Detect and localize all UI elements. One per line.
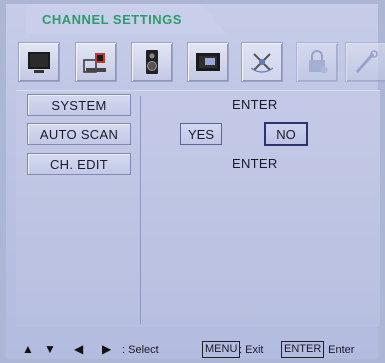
menu-item-label: CH. EDIT bbox=[49, 156, 108, 172]
menu-item-label: SYSTEM bbox=[51, 97, 107, 113]
arrow-down-icon: ▼ bbox=[44, 342, 56, 356]
menu-item-ch-edit[interactable]: CH. EDIT bbox=[27, 153, 131, 175]
arrow-up-icon: ▲ bbox=[22, 342, 34, 356]
system-value[interactable]: ENTER bbox=[232, 97, 278, 112]
enter-hint: : Enter bbox=[322, 344, 355, 356]
arrow-right-icon: ▶ bbox=[102, 342, 112, 356]
enter-key-label: ENTER bbox=[281, 341, 325, 358]
exit-hint: : Exit bbox=[239, 344, 264, 356]
channel-setup-icon[interactable] bbox=[75, 42, 117, 82]
speaker-icon[interactable] bbox=[131, 42, 173, 82]
ch-edit-value[interactable]: ENTER bbox=[232, 156, 278, 171]
tv-picture-icon[interactable] bbox=[18, 42, 60, 82]
arrow-left-icon: ◀ bbox=[74, 342, 84, 356]
page-title: CHANNEL SETTINGS bbox=[42, 12, 182, 27]
select-hint: : Select bbox=[122, 344, 159, 356]
menu-item-system[interactable]: SYSTEM bbox=[27, 94, 131, 116]
tools-icon[interactable] bbox=[345, 42, 385, 82]
option-yes-button[interactable]: YES bbox=[180, 123, 222, 145]
lock-icon[interactable] bbox=[296, 42, 338, 82]
option-no-button[interactable]: NO bbox=[264, 122, 308, 146]
menu-item-auto-scan[interactable]: AUTO SCAN bbox=[27, 123, 131, 145]
display-screen-icon[interactable] bbox=[187, 42, 229, 82]
menu-icon-bar bbox=[16, 37, 385, 85]
menu-item-label: AUTO SCAN bbox=[39, 126, 119, 142]
osd-screen: CHANNEL SETTINGS SYSTEM ENTER AUTO SCAN bbox=[6, 4, 385, 360]
menu-key-label: MENU bbox=[202, 341, 241, 358]
option-no-label: NO bbox=[276, 126, 296, 142]
option-yes-label: YES bbox=[187, 126, 214, 142]
channel-settings-icon[interactable] bbox=[241, 42, 283, 82]
footer-help-bar: ▲ ▼ ◀ ▶ : Select MENU : Exit ENTER : Ent… bbox=[16, 340, 380, 360]
panel-divider bbox=[140, 96, 141, 324]
